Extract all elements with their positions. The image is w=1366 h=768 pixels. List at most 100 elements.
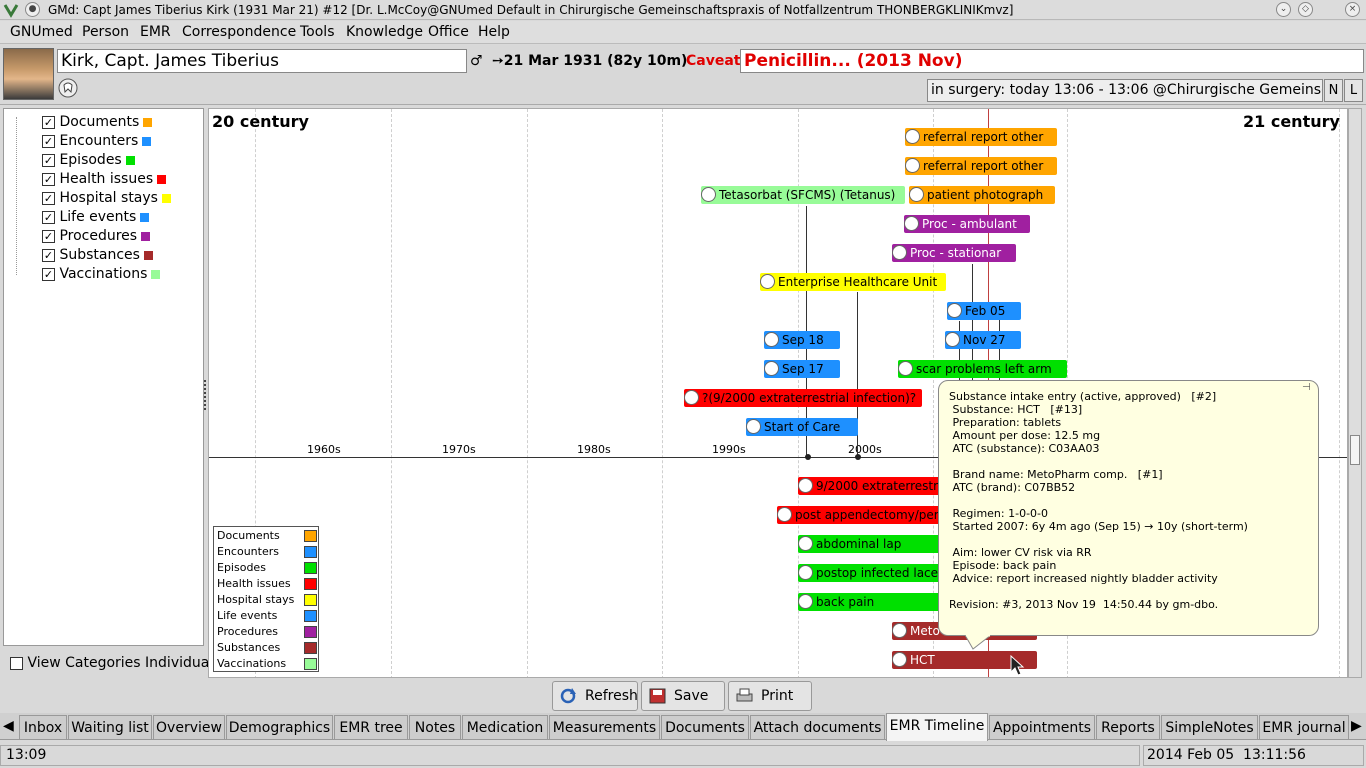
close-icon[interactable]: ×	[1345, 2, 1360, 17]
checkbox-episodes[interactable]: ✓	[42, 153, 55, 167]
caveat-field[interactable]: Penicillin... (2013 Nov)	[740, 49, 1364, 73]
menu-tools[interactable]: Tools	[300, 24, 335, 40]
tab-scroll-left-icon[interactable]: ◀	[3, 718, 14, 734]
tab-notes[interactable]: Notes	[409, 715, 461, 740]
decade-label: 1960s	[307, 443, 341, 456]
minimize-icon[interactable]: ⌄	[1276, 2, 1291, 17]
checkbox-vaccinations[interactable]: ✓	[42, 267, 55, 281]
timeline-event[interactable]: ?(9/2000 extraterrestrial infection)?	[684, 389, 922, 407]
save-icon	[649, 688, 666, 704]
timeline-event[interactable]: post appendectomy/perit	[777, 506, 948, 524]
encounter-list-button[interactable]: L	[1344, 79, 1363, 102]
tab-overview[interactable]: Overview	[153, 715, 225, 740]
tab-simplenotes[interactable]: SimpleNotes	[1161, 715, 1258, 740]
menu-office[interactable]: Office	[428, 24, 469, 40]
tab-reports[interactable]: Reports	[1096, 715, 1160, 740]
era-right-label: 21 century	[1243, 112, 1340, 131]
menu-emr[interactable]: EMR	[140, 24, 171, 40]
timeline-event[interactable]: postop infected lacer	[798, 564, 948, 582]
timeline-event[interactable]: referral report other	[905, 128, 1057, 146]
timeline-event[interactable]: Proc - ambulant	[904, 215, 1030, 233]
category-documents[interactable]: ✓ Documents	[42, 114, 153, 130]
encounter-field[interactable]: in surgery: today 13:06 - 13:06 @Chirurg…	[927, 79, 1323, 102]
decade-label: 1990s	[712, 443, 746, 456]
view-individually-checkbox[interactable]	[10, 656, 23, 670]
window-title: GMd: Capt James Tiberius Kirk (1931 Mar …	[48, 3, 1014, 17]
patient-photo[interactable]	[3, 48, 54, 100]
window-menu-icon[interactable]: ●	[25, 2, 40, 17]
view-individually-toggle[interactable]: View Categories Individually	[10, 655, 225, 671]
tab-scroll-right-icon[interactable]: ▶	[1351, 718, 1362, 734]
checkbox-health-issues[interactable]: ✓	[42, 172, 55, 186]
printer-icon	[736, 688, 753, 702]
timeline-event[interactable]: Feb 05	[947, 302, 1021, 320]
gnumed-logo-icon	[3, 4, 19, 18]
refresh-button[interactable]: Refresh	[552, 681, 638, 711]
tab-measurements[interactable]: Measurements	[549, 715, 660, 740]
checkbox-encounters[interactable]: ✓	[42, 134, 55, 148]
timeline-event[interactable]: patient photograph	[909, 186, 1055, 204]
timeline-event[interactable]: Tetasorbat (SFCMS) (Tetanus)	[701, 186, 905, 204]
menu-knowledge[interactable]: Knowledge	[346, 24, 423, 40]
timeline-event[interactable]: Sep 17	[764, 360, 840, 378]
tooth-icon[interactable]	[58, 78, 78, 98]
checkbox-substances[interactable]: ✓	[42, 248, 55, 262]
maximize-icon[interactable]: ◇	[1298, 2, 1313, 17]
refresh-icon	[560, 688, 576, 704]
timeline-scrollbar[interactable]	[1348, 108, 1362, 678]
patient-name-field[interactable]: Kirk, Capt. James Tiberius	[57, 49, 467, 73]
menu-person[interactable]: Person	[82, 24, 129, 40]
timeline-event[interactable]: Proc - stationar	[892, 244, 1016, 262]
encounter-new-button[interactable]: N	[1324, 79, 1343, 102]
timeline-event[interactable]: Enterprise Healthcare Unit	[760, 273, 946, 291]
tab-documents[interactable]: Documents	[661, 715, 749, 740]
category-life-events[interactable]: ✓ Life events	[42, 209, 150, 225]
menu-help[interactable]: Help	[478, 24, 510, 40]
scrollbar-thumb[interactable]	[1350, 435, 1360, 465]
decade-label: 1980s	[577, 443, 611, 456]
checkbox-procedures[interactable]: ✓	[42, 229, 55, 243]
tab-emr-timeline[interactable]: EMR Timeline	[886, 713, 988, 741]
tooltip-pointer	[965, 635, 992, 650]
category-health-issues[interactable]: ✓ Health issues	[42, 171, 167, 187]
save-as-button[interactable]: Save As	[641, 681, 725, 732]
tab-appointments[interactable]: Appointments	[989, 715, 1095, 740]
checkbox-hospital-stays[interactable]: ✓	[42, 191, 55, 205]
decade-label: 2000s	[848, 443, 882, 456]
print-button[interactable]: Print	[728, 681, 812, 711]
notebook-tabs: ◀ Inbox Waiting list Overview Demographi…	[0, 713, 1366, 741]
pin-icon[interactable]: ⊣	[1302, 382, 1311, 393]
timeline-event[interactable]: Nov 27	[945, 331, 1021, 349]
category-hospital-stays[interactable]: ✓ Hospital stays	[42, 190, 171, 206]
menu-gnumed[interactable]: GNUmed	[10, 24, 73, 40]
timeline-event[interactable]: 9/2000 extraterrestri	[798, 477, 948, 495]
category-episodes[interactable]: ✓ Episodes	[42, 152, 135, 168]
tab-attach-documents[interactable]: Attach documents	[750, 715, 885, 740]
timeline-event[interactable]: scar problems left arm	[898, 360, 1067, 378]
timeline-event[interactable]: referral report other	[905, 157, 1057, 175]
tab-emr-journal[interactable]: EMR journal	[1259, 715, 1349, 740]
menu-correspondence[interactable]: Correspondence	[182, 24, 296, 40]
category-vaccinations[interactable]: ✓ Vaccinations	[42, 266, 161, 282]
era-left-label: 20 century	[212, 112, 309, 131]
mouse-cursor-icon	[1010, 655, 1025, 676]
timeline-event[interactable]: back pain	[798, 593, 948, 611]
tab-demographics[interactable]: Demographics	[226, 715, 333, 740]
tab-waiting-list[interactable]: Waiting list	[68, 715, 152, 740]
category-tree: ✓ Documents ✓ Encounters ✓ Episodes ✓ He…	[3, 108, 204, 646]
timeline-event[interactable]: Start of Care	[746, 418, 858, 436]
category-substances[interactable]: ✓ Substances	[42, 247, 153, 263]
timeline-event[interactable]: Sep 18	[764, 331, 840, 349]
sex-symbol: ♂	[470, 53, 483, 69]
status-message: 13:09	[0, 745, 1140, 766]
tab-medication[interactable]: Medication	[462, 715, 548, 740]
window-titlebar: ● GMd: Capt James Tiberius Kirk (1931 Ma…	[0, 0, 1366, 20]
status-clock: 2014 Feb 05 13:11:56	[1143, 745, 1364, 766]
checkbox-life-events[interactable]: ✓	[42, 210, 55, 224]
category-encounters[interactable]: ✓ Encounters	[42, 133, 152, 149]
checkbox-documents[interactable]: ✓	[42, 115, 55, 129]
tab-inbox[interactable]: Inbox	[19, 715, 67, 740]
timeline-event[interactable]: abdominal lap	[798, 535, 948, 553]
tab-emr-tree[interactable]: EMR tree	[334, 715, 408, 740]
category-procedures[interactable]: ✓ Procedures	[42, 228, 151, 244]
